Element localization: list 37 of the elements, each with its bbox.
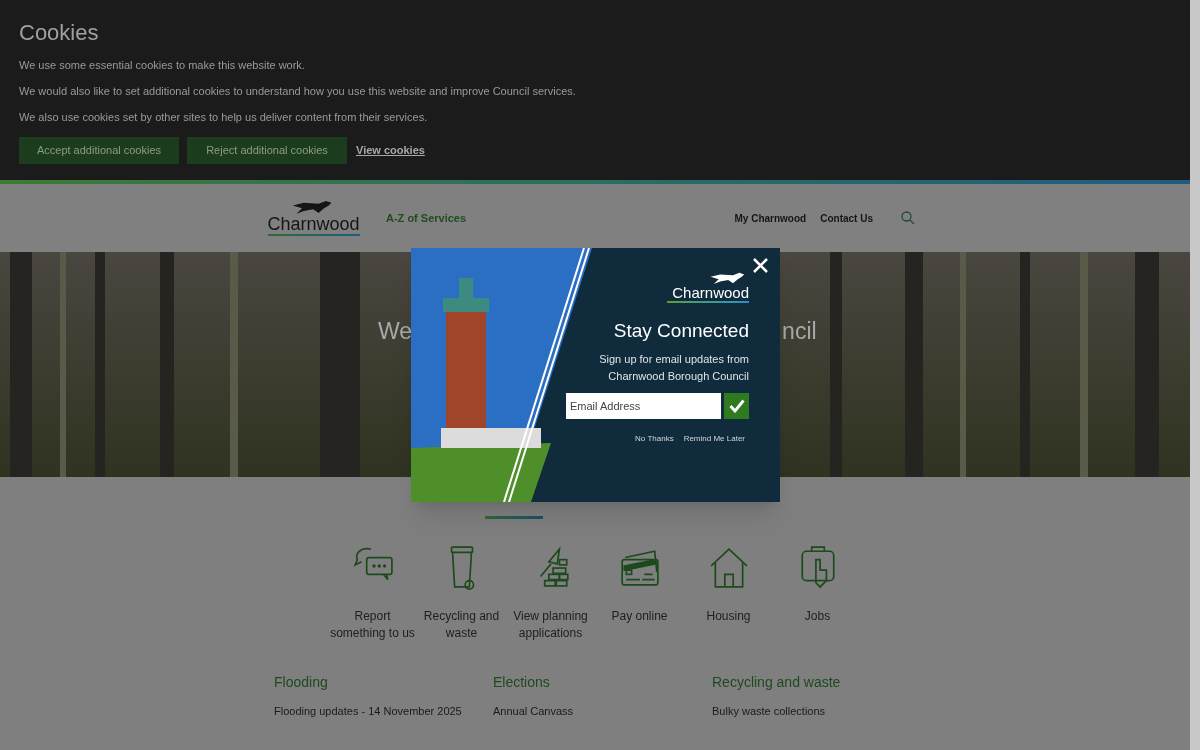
close-icon[interactable]: [753, 258, 768, 273]
scrollbar[interactable]: [1190, 0, 1200, 750]
popup-link[interactable]: No Thanks: [635, 433, 674, 446]
nav-link[interactable]: A-Z of Services: [386, 209, 467, 227]
banner-text: We would also like to set additional cookies to understand how you use this website and improve Council services.: [19, 84, 577, 99]
banner-text: We use some essential cookies to make this website work.: [19, 58, 306, 73]
popup-description: Sign up for email updates from Charnwood Borough Council: [598, 352, 749, 385]
service-link[interactable]: Jobs: [773, 544, 862, 642]
news-link[interactable]: Bulky waste collections: [712, 703, 931, 720]
popup-title: Stay Connected: [613, 318, 749, 343]
service-link[interactable]: Report something to us: [328, 544, 417, 642]
tab-indicator: [485, 516, 543, 519]
charnwood-logo[interactable]: Charnwood: [265, 199, 362, 237]
checkmark-icon: [728, 399, 745, 414]
news-heading: Flooding: [274, 673, 329, 692]
nav-link[interactable]: My Charnwood: [734, 210, 807, 226]
service-link[interactable]: Housing: [684, 544, 773, 642]
news-link[interactable]: Flooding updates - 14 November 2025: [274, 703, 493, 720]
cookie-button[interactable]: Accept additional cookies: [19, 137, 179, 164]
hero-title: We: [378, 317, 413, 346]
news-heading: Recycling and waste: [712, 673, 842, 692]
email-input-field[interactable]: Email Address: [566, 393, 721, 420]
submit-button[interactable]: [724, 393, 749, 420]
nav-link[interactable]: Contact Us: [820, 210, 873, 226]
banner-text: We also use cookies set by other sites to help us deliver content from their services.: [19, 110, 429, 125]
news-heading: Elections: [493, 673, 551, 692]
service-link[interactable]: View planning applications: [506, 544, 595, 642]
cookie-button[interactable]: Reject additional cookies: [187, 137, 347, 164]
popup-link[interactable]: Remind Me Later: [683, 433, 745, 446]
view-cookies-link[interactable]: View cookies: [356, 142, 425, 159]
service-link[interactable]: Pay online: [595, 544, 684, 642]
hero-title: ncil: [782, 317, 817, 346]
banner-title: Cookies: [19, 19, 100, 47]
service-link[interactable]: Recycling and waste: [417, 544, 506, 642]
search-icon[interactable]: [901, 211, 915, 225]
charnwood-logo: Charnwood: [667, 272, 749, 303]
news-link[interactable]: Annual Canvass: [493, 703, 712, 720]
